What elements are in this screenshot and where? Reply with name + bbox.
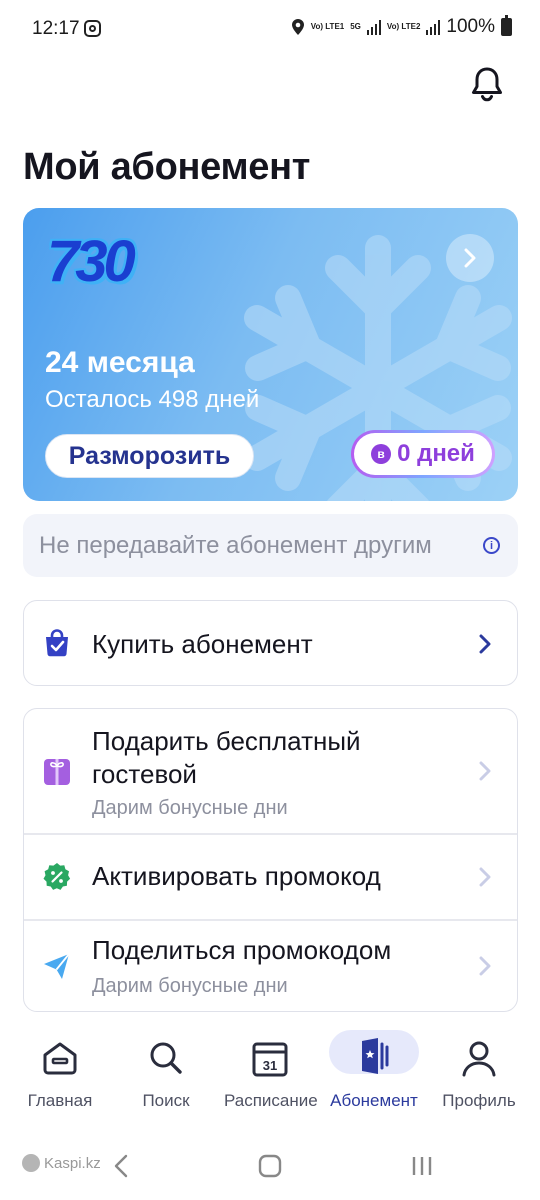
percent-badge-icon <box>43 863 71 890</box>
tab-profile-label: Профиль <box>442 1091 516 1110</box>
search-icon <box>150 1042 182 1074</box>
brand-logo: 730 <box>47 228 165 300</box>
chevron-right-icon <box>479 761 491 781</box>
gift-guest-label: Подарить бесплатный гостевой <box>92 726 361 789</box>
bonus-coin-icon: в <box>371 444 392 464</box>
home-nav-icon[interactable] <box>258 1154 282 1178</box>
share-warning-text: Не передавайте абонемент другим <box>39 531 432 559</box>
bottom-tab-bar: Главная Поиск 31 Расписание Абонемент Пр… <box>0 1026 540 1136</box>
calendar-icon: 31 <box>252 1042 288 1077</box>
tab-schedule[interactable]: 31 Расписание <box>216 1026 324 1136</box>
instagram-notification-icon <box>84 20 101 37</box>
signal-1-icon <box>366 19 381 35</box>
tab-membership[interactable]: Абонемент <box>320 1026 428 1136</box>
network-5g: 5G <box>350 22 361 31</box>
tab-home-label: Главная <box>27 1091 93 1110</box>
notifications-bell-icon[interactable] <box>470 66 504 102</box>
share-promo-subtitle: Дарим бонусные дни <box>92 975 288 997</box>
send-paper-plane-icon <box>44 953 70 979</box>
chevron-right-icon <box>479 956 491 976</box>
battery-percent: 100% <box>446 16 495 37</box>
battery-icon <box>501 15 512 36</box>
info-icon[interactable]: i <box>483 537 500 554</box>
unfreeze-button[interactable]: Разморозить <box>45 434 254 478</box>
page-title: Мой абонемент <box>23 146 311 188</box>
status-icons: Vo) LTE1 5G Vo) LTE2 100% <box>291 15 512 38</box>
brand-logo-text: 730 <box>47 229 136 294</box>
status-bar: 12:17 Vo) LTE1 5G Vo) LTE2 100% <box>0 0 540 60</box>
bonus-days-badge[interactable]: в 0 дней <box>351 430 495 478</box>
actions-card: Подарить бесплатный гостевой Дарим бонус… <box>23 708 518 1012</box>
tab-membership-label: Абонемент <box>330 1091 418 1110</box>
calendar-day: 31 <box>263 1058 277 1073</box>
activate-promo-label: Активировать промокод <box>92 861 381 891</box>
home-icon <box>43 1042 77 1075</box>
days-remaining: Осталось 498 дней <box>45 386 260 413</box>
gift-guest-subtitle: Дарим бонусные дни <box>92 797 288 819</box>
chevron-right-icon <box>479 867 491 887</box>
tab-search-label: Поиск <box>142 1091 190 1110</box>
system-navigation-bar: Kaspi.kz <box>0 1140 540 1200</box>
chevron-right-icon <box>464 248 476 268</box>
location-icon <box>291 19 304 35</box>
shopping-bag-icon <box>46 629 68 657</box>
watermark-logo-icon <box>22 1154 40 1172</box>
buy-subscription-label: Купить абонемент <box>92 629 313 659</box>
chevron-right-icon <box>479 634 491 654</box>
tab-schedule-label: Расписание <box>224 1091 318 1110</box>
activate-promo-row[interactable]: Активировать промокод <box>24 835 517 919</box>
share-warning-notice: Не передавайте абонемент другим i <box>23 514 518 577</box>
signal-2-icon <box>426 19 441 35</box>
tab-profile[interactable]: Профиль <box>425 1026 533 1136</box>
network-lte2: Vo) LTE2 <box>386 22 421 31</box>
tab-home[interactable]: Главная <box>6 1026 114 1136</box>
recents-nav-icon[interactable] <box>410 1154 434 1178</box>
status-time: 12:17 <box>32 18 80 39</box>
buy-subscription-row[interactable]: Купить абонемент <box>23 600 518 686</box>
subscription-card[interactable]: 730 24 месяца Осталось 498 дней Размороз… <box>23 208 518 501</box>
back-nav-icon[interactable] <box>113 1154 129 1178</box>
network-lte1: Vo) LTE1 <box>310 22 345 31</box>
membership-card-icon <box>362 1038 389 1074</box>
watermark: Kaspi.kz <box>22 1154 101 1172</box>
bonus-days-value: 0 дней <box>397 440 475 467</box>
tab-search[interactable]: Поиск <box>112 1026 220 1136</box>
share-promo-row[interactable]: Поделиться промокодом Дарим бонусные дни <box>24 921 517 1011</box>
card-details-button[interactable] <box>446 234 494 282</box>
gift-icon <box>44 759 70 785</box>
profile-icon <box>462 1041 496 1077</box>
gift-guest-row[interactable]: Подарить бесплатный гостевой Дарим бонус… <box>24 709 517 833</box>
watermark-text: Kaspi.kz <box>44 1154 101 1172</box>
share-promo-label: Поделиться промокодом <box>92 935 392 965</box>
subscription-duration: 24 месяца <box>45 346 195 379</box>
